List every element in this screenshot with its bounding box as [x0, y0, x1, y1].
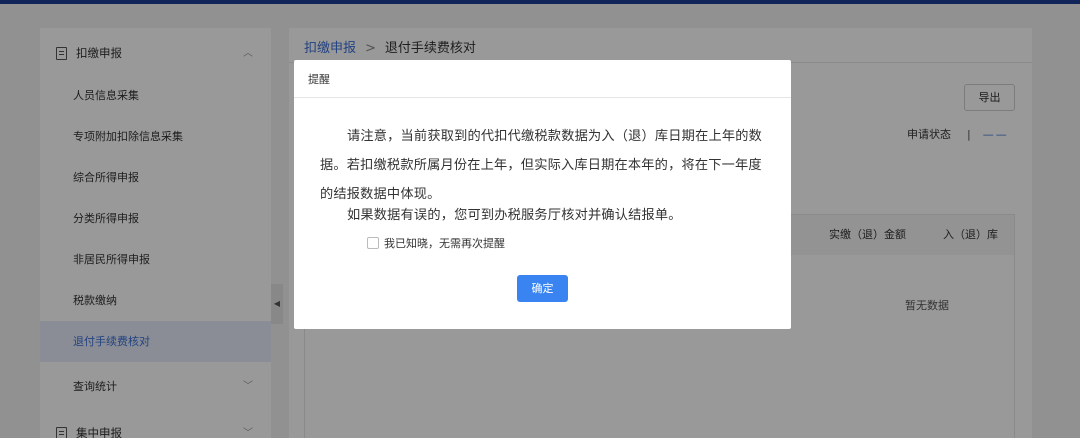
reminder-dialog: 提醒 请注意，当前获取到的代扣代缴税款数据为入（退）库日期在上年的数据。若扣缴税…: [294, 60, 791, 329]
confirm-button[interactable]: 确定: [517, 275, 568, 302]
checkbox-label: 我已知晓，无需再次提醒: [384, 237, 505, 250]
dont-remind-checkbox-row[interactable]: 我已知晓，无需再次提醒: [367, 235, 505, 251]
dialog-message: 请注意，当前获取到的代扣代缴税款数据为入（退）库日期在上年的数据。若扣缴税款所属…: [320, 129, 763, 202]
divider: [294, 97, 791, 98]
dialog-title: 提醒: [308, 73, 330, 86]
dialog-message-secondary: 如果数据有误的，您可到办税服务厅核对并确认结报单。: [347, 208, 682, 223]
dont-remind-checkbox[interactable]: [367, 237, 379, 249]
